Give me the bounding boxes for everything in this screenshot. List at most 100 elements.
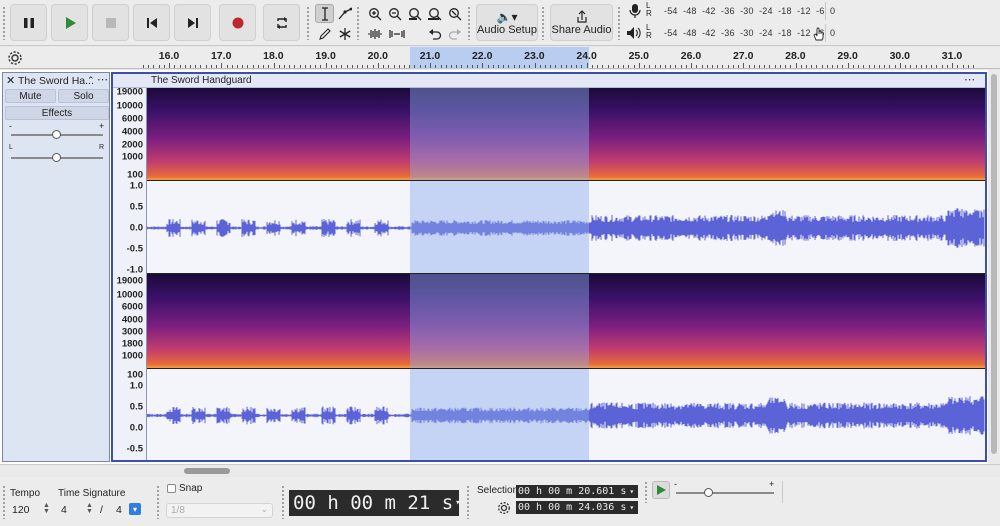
ruler-tick xyxy=(471,65,473,68)
pan-slider[interactable] xyxy=(52,153,61,162)
mute-button[interactable]: Mute xyxy=(5,89,56,103)
ruler-tick-label: 22.0 xyxy=(471,50,493,62)
zoom-in-button[interactable] xyxy=(365,4,384,23)
audio-clip[interactable]: The Sword Handguard ⋯ 19000 10000 6000 4… xyxy=(111,72,987,462)
ruler-tick-label: 28.0 xyxy=(785,50,806,62)
toolbar-grip[interactable] xyxy=(466,485,470,519)
silence-audio-button[interactable] xyxy=(387,24,406,43)
playback-speed-slider[interactable] xyxy=(704,488,713,497)
ruler-tick xyxy=(565,65,567,68)
fit-selection-button[interactable] xyxy=(405,4,424,23)
ruler-tick-label: 26.0 xyxy=(680,50,702,62)
ruler-tick xyxy=(758,65,760,68)
time-signature-numerator[interactable]: 4 xyxy=(61,504,67,516)
play-at-speed-button[interactable] xyxy=(652,481,670,499)
selection-settings-icon[interactable] xyxy=(497,501,511,515)
ruler-tick-label: 31.0 xyxy=(941,50,963,62)
clip-name[interactable]: The Sword Handguard xyxy=(151,75,252,86)
skip-to-start-button[interactable] xyxy=(133,4,170,41)
skip-to-end-button[interactable] xyxy=(174,4,211,41)
time-display[interactable]: 00 h 00 m 21 s ▾ xyxy=(289,490,461,516)
multi-tool[interactable] xyxy=(335,24,354,43)
gain-slider[interactable] xyxy=(52,130,61,139)
record-meter[interactable]: LR -54 -48 -42 -36 -30 -24 -18 -12 -6 0 xyxy=(624,2,835,22)
ruler-tick xyxy=(226,65,228,68)
audio-setup-label: Audio Setup xyxy=(477,23,537,36)
toolbar-grip[interactable] xyxy=(156,485,160,519)
toolbar-grip[interactable] xyxy=(2,485,6,519)
numerator-stepper-icon[interactable]: ▲ ▼ xyxy=(86,502,93,515)
loop-button[interactable] xyxy=(263,4,300,41)
toolbar-grip[interactable] xyxy=(2,6,6,40)
selection-end-field[interactable]: 00 h 00 m 24.036 s ▾ xyxy=(516,501,638,514)
stop-button[interactable] xyxy=(92,4,129,41)
solo-button[interactable]: Solo xyxy=(58,89,109,103)
track-menu-icon[interactable]: ⋯ xyxy=(97,73,108,86)
share-audio-button[interactable]: Share Audio xyxy=(550,4,613,41)
horizontal-scroll-thumb[interactable] xyxy=(184,468,230,474)
chevron-down-icon[interactable]: ▾ xyxy=(629,503,634,512)
clip-header[interactable]: The Sword Handguard ⋯ xyxy=(113,74,985,88)
ruler-tick xyxy=(816,65,818,68)
selection-start-field[interactable]: 00 h 00 m 20.601 s ▾ xyxy=(516,485,638,498)
zoom-toggle-button[interactable] xyxy=(445,4,464,23)
scale-label: 1800 xyxy=(121,338,143,350)
toolbar-grip[interactable] xyxy=(281,485,285,519)
skip-start-icon xyxy=(146,17,157,28)
selection-tool[interactable] xyxy=(315,4,334,23)
toolbar-grip[interactable] xyxy=(306,6,310,40)
snap-dropdown[interactable]: 1/8 ⌄ xyxy=(166,503,273,518)
toolbar-grip[interactable] xyxy=(644,481,648,503)
selection-region[interactable] xyxy=(410,88,589,460)
snap-checkbox[interactable] xyxy=(167,484,176,493)
track-control-panel[interactable]: ✕ The Sword Ha... ⌃ ⋯ Mute Solo Effects … xyxy=(2,72,110,462)
denominator-dropdown-icon[interactable]: ▾ xyxy=(129,503,141,515)
play-button[interactable] xyxy=(51,4,88,41)
ruler-tick xyxy=(310,65,312,68)
chevron-down-icon[interactable]: ▾ xyxy=(629,487,634,496)
tempo-value[interactable]: 120 xyxy=(12,504,30,516)
undo-button[interactable] xyxy=(425,24,444,43)
fit-project-button[interactable] xyxy=(425,4,444,23)
tempo-stepper-icon[interactable]: ▲ ▼ xyxy=(43,502,50,515)
trim-audio-button[interactable] xyxy=(365,24,384,43)
time-signature-denominator[interactable]: 4 xyxy=(116,504,122,516)
ruler-tick xyxy=(492,65,494,68)
record-button[interactable] xyxy=(219,4,256,41)
effects-button[interactable]: Effects xyxy=(5,106,109,120)
vertical-scroll-thumb[interactable] xyxy=(991,74,997,454)
ruler-tick xyxy=(633,65,635,68)
horizontal-scrollbar[interactable] xyxy=(0,464,1000,476)
envelope-tool[interactable] xyxy=(335,4,354,23)
draw-tool[interactable] xyxy=(315,24,334,43)
ruler-tick xyxy=(738,65,740,68)
chevron-down-icon[interactable]: ▾ xyxy=(455,498,460,508)
ruler-tick xyxy=(748,65,750,68)
zoom-out-button[interactable] xyxy=(385,4,404,23)
toolbar-grip[interactable] xyxy=(467,6,471,40)
track-area[interactable]: ✕ The Sword Ha... ⌃ ⋯ Mute Solo Effects … xyxy=(0,70,1000,464)
timeline-settings-icon[interactable] xyxy=(7,50,23,66)
collapse-icon[interactable]: ⌃ xyxy=(87,75,95,86)
track-name[interactable]: The Sword Ha... xyxy=(18,75,94,87)
vertical-scale[interactable]: 19000 10000 6000 4000 2000 1000 100 1.0 … xyxy=(113,87,147,460)
redo-button[interactable] xyxy=(445,24,464,43)
scale-label: 10000 xyxy=(116,100,143,112)
stop-icon xyxy=(105,17,116,28)
ruler-tick xyxy=(393,65,395,68)
speed-max-label: + xyxy=(769,479,775,489)
timeline-ruler[interactable]: 16.0 17.0 18.0 19.0 20.0 21.0 22.0 23.0 24.0 25.0… xyxy=(0,47,1000,69)
playback-meter[interactable]: LR -54 -48 -42 -36 -30 -24 -18 -12 -6 0 xyxy=(624,24,835,44)
vertical-scrollbar[interactable] xyxy=(988,70,1000,464)
toolbar-grip[interactable] xyxy=(356,6,360,40)
clip-menu-icon[interactable]: ⋯ xyxy=(964,74,975,86)
toolbar-grip[interactable] xyxy=(617,6,621,40)
toolbar-grip[interactable] xyxy=(541,6,545,40)
ruler-tick xyxy=(445,65,447,68)
pause-button[interactable] xyxy=(10,4,47,41)
audio-setup-button[interactable]: 🔈▾ Audio Setup xyxy=(476,4,538,41)
trim-icon xyxy=(367,28,382,39)
ruler-tick xyxy=(257,65,259,68)
ruler-tick xyxy=(503,65,505,68)
close-track-icon[interactable]: ✕ xyxy=(6,74,15,87)
